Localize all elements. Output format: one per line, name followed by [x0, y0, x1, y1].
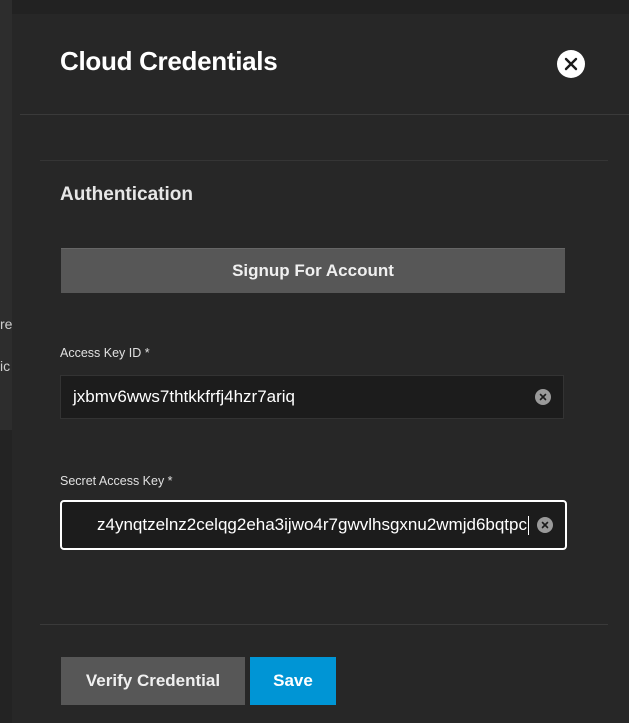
clear-icon[interactable]	[537, 517, 553, 533]
background-lower-left	[0, 430, 12, 723]
close-icon	[564, 57, 578, 71]
close-button[interactable]	[557, 50, 585, 78]
footer-divider	[40, 624, 608, 625]
access-key-id-label: Access Key ID *	[60, 346, 150, 360]
background-text-fragment: re	[0, 316, 12, 332]
secret-access-key-label: Secret Access Key *	[60, 474, 173, 488]
header-divider	[20, 114, 629, 115]
secret-access-key-input[interactable]: z4ynqtzelnz2celqg2eha3ijwo4r7gwvlhsgxnu2…	[60, 500, 567, 550]
access-key-id-value: jxbmv6wws7thtkkfrfj4hzr7ariq	[73, 387, 296, 406]
access-key-id-input[interactable]: jxbmv6wws7thtkkfrfj4hzr7ariq	[60, 375, 564, 419]
text-cursor	[528, 515, 529, 535]
section-divider	[40, 160, 608, 161]
signup-for-account-button[interactable]: Signup For Account	[61, 248, 565, 293]
save-button[interactable]: Save	[250, 657, 336, 705]
verify-credential-button[interactable]: Verify Credential	[61, 657, 245, 705]
secret-access-key-value: z4ynqtzelnz2celqg2eha3ijwo4r7gwvlhsgxnu2…	[97, 515, 527, 534]
section-title-authentication: Authentication	[60, 184, 193, 205]
dialog-title: Cloud Credentials	[60, 46, 278, 76]
clear-icon[interactable]	[535, 389, 551, 405]
cloud-credentials-dialog: Cloud Credentials Authentication Signup …	[12, 14, 629, 723]
background-text-fragment: ic	[0, 358, 11, 374]
background-top-bar	[0, 0, 629, 14]
